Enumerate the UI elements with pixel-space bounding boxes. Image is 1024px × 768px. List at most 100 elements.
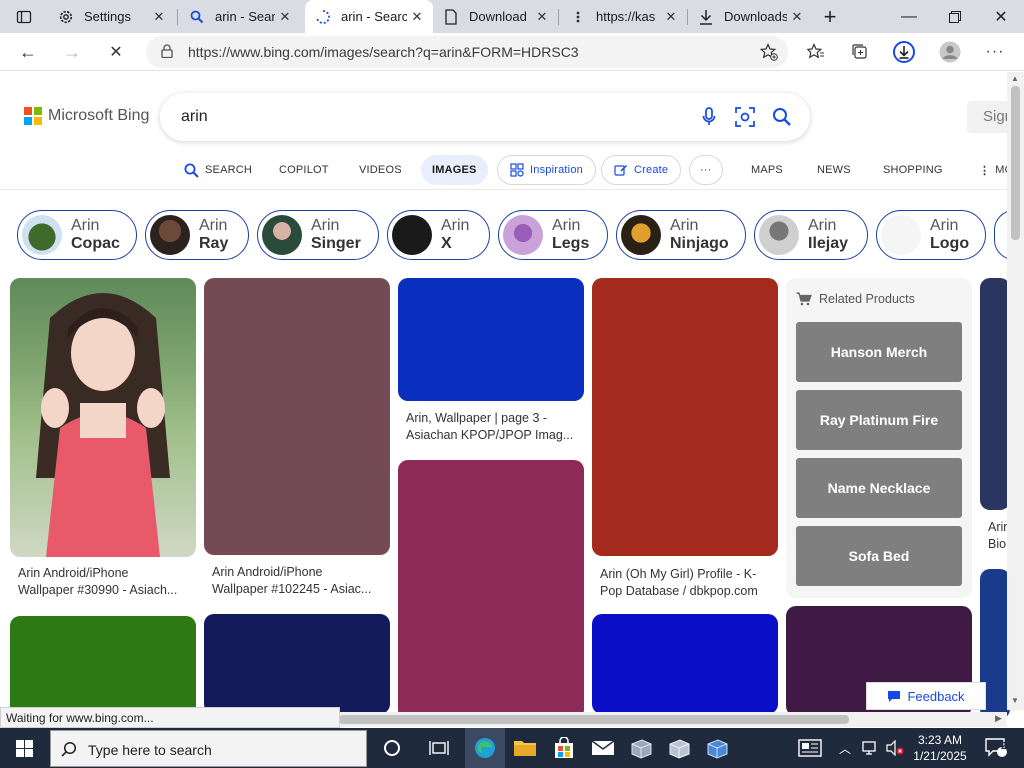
vertical-scroll-thumb[interactable] [1011, 86, 1020, 240]
image-result-7[interactable] [398, 460, 584, 720]
image-caption[interactable]: Arin, Wallpaper | page 3 - Asiachan KPOP… [406, 410, 573, 444]
related-chip-ilejay[interactable]: Arin Ilejay [754, 210, 868, 260]
nav-copilot[interactable]: COPILOT [279, 156, 329, 184]
image-result-5[interactable] [10, 616, 196, 716]
settings-more-button[interactable]: ··· [981, 38, 1009, 66]
nav-news[interactable]: NEWS [817, 156, 851, 184]
new-tab-button[interactable]: + [812, 0, 848, 33]
image-result-10[interactable] [980, 278, 1010, 510]
related-chip-logo[interactable]: Arin Logo [876, 210, 986, 260]
collections-button[interactable] [846, 38, 874, 66]
vertical-scrollbar[interactable]: ▲ ▼ [1007, 72, 1024, 710]
downloads-button[interactable] [890, 38, 918, 66]
tab-settings[interactable]: Settings ✕ [48, 0, 175, 33]
image-result-4[interactable] [592, 278, 778, 556]
tab-bing-search-active[interactable]: arin - Searc ✕ [305, 0, 433, 33]
taskbar-edge[interactable] [465, 728, 505, 768]
related-chip-copac[interactable]: Arin Copac [17, 210, 137, 260]
add-favorite-button[interactable] [755, 38, 783, 66]
nav-shopping[interactable]: SHOPPING [883, 156, 943, 184]
favorites-button[interactable] [802, 38, 830, 66]
image-caption[interactable]: Arin Android/iPhone Wallpaper #30990 - A… [18, 565, 177, 599]
related-chip-singer[interactable]: Arin Singer [257, 210, 379, 260]
search-input[interactable]: arin [181, 108, 208, 126]
close-tab-icon[interactable]: ✕ [149, 7, 169, 27]
chip-thumbnail [392, 215, 432, 255]
tab-kas-url[interactable]: https://kas ✕ [560, 0, 687, 33]
close-tab-icon[interactable]: ✕ [532, 7, 552, 27]
close-window-button[interactable]: ✕ [978, 0, 1024, 33]
edge-icon [475, 738, 495, 758]
product-label: Name Necklace [827, 480, 931, 496]
restore-button[interactable] [932, 0, 978, 33]
taskbar-news-widget[interactable] [790, 728, 830, 768]
horizontal-scrollbar[interactable]: ▶ [339, 712, 1007, 727]
scroll-right-arrow-icon[interactable]: ▶ [995, 713, 1002, 724]
search-box[interactable]: arin [160, 93, 810, 141]
start-button[interactable] [0, 728, 48, 768]
feedback-button[interactable]: Feedback [866, 682, 986, 710]
address-toolbar: ← → ✕ https://www.bing.com/images/search… [0, 33, 1024, 71]
product-hanson-merch[interactable]: Hanson Merch [796, 322, 962, 382]
related-chip-ninjago[interactable]: Arin Ninjago [616, 210, 746, 260]
task-view-button[interactable] [419, 728, 459, 768]
visual-search-icon[interactable] [733, 105, 757, 129]
tab-download[interactable]: Download ✕ [433, 0, 558, 33]
notifications-button[interactable]: 2 [978, 728, 1014, 768]
image-result-3[interactable] [398, 278, 584, 401]
minimize-button[interactable]: — [886, 0, 932, 33]
nav-create[interactable]: Create [601, 155, 682, 185]
image-result-1[interactable] [10, 278, 196, 557]
taskbar-search-box[interactable]: Type here to search [50, 730, 367, 767]
taskbar-file-explorer[interactable] [505, 728, 545, 768]
close-tab-icon[interactable]: ✕ [661, 7, 681, 27]
stop-loading-button[interactable]: ✕ [101, 37, 131, 67]
chip-name: Arin [441, 217, 470, 234]
back-button[interactable]: ← [13, 37, 43, 67]
forward-button[interactable]: → [57, 37, 87, 67]
lock-icon[interactable] [161, 44, 173, 63]
product-name-necklace[interactable]: Name Necklace [796, 458, 962, 518]
show-hidden-icons-button[interactable]: ︿ [832, 728, 858, 768]
tab-bing-search[interactable]: arin - Searc ✕ [179, 0, 301, 33]
related-chip-x[interactable]: Arin X [387, 210, 490, 260]
taskbar-app-1[interactable] [621, 728, 661, 768]
product-sofa-bed[interactable]: Sofa Bed [796, 526, 962, 586]
image-result-2[interactable] [204, 278, 390, 555]
related-chip-ray[interactable]: Arin Ray [145, 210, 249, 260]
taskbar-clock[interactable]: 3:23 AM 1/21/2025 [906, 732, 974, 764]
nav-more-dots[interactable]: ··· [689, 155, 723, 185]
close-tab-icon[interactable]: ✕ [787, 7, 807, 27]
volume-control[interactable] [883, 728, 907, 768]
nav-images[interactable]: IMAGES [421, 155, 488, 185]
taskbar-store[interactable] [544, 728, 584, 768]
nav-search[interactable]: SEARCH [184, 156, 252, 184]
horizontal-scroll-thumb[interactable] [339, 715, 849, 724]
close-tab-icon[interactable]: ✕ [407, 7, 427, 27]
nav-inspiration[interactable]: Inspiration [497, 155, 596, 185]
product-ray-platinum-fire[interactable]: Ray Platinum Fire [796, 390, 962, 450]
image-result-6[interactable] [204, 614, 390, 714]
network-status[interactable] [858, 728, 884, 768]
taskbar-mail[interactable] [583, 728, 623, 768]
taskbar-app-2[interactable] [659, 728, 699, 768]
cortana-button[interactable] [372, 728, 412, 768]
image-caption[interactable]: Arin (Oh My Girl) Profile - K- Pop Datab… [600, 566, 758, 600]
tab-actions-button[interactable] [0, 0, 48, 33]
image-result-8[interactable] [592, 614, 778, 714]
taskbar-app-3[interactable] [697, 728, 737, 768]
address-bar[interactable]: https://www.bing.com/images/search?q=ari… [146, 36, 788, 68]
image-caption[interactable]: Arin Android/iPhone Wallpaper #102245 - … [212, 564, 371, 598]
close-tab-icon[interactable]: ✕ [275, 7, 295, 27]
chip-thumbnail [150, 215, 190, 255]
profile-button[interactable] [936, 38, 964, 66]
nav-videos[interactable]: VIDEOS [359, 156, 402, 184]
microphone-icon[interactable] [697, 105, 721, 129]
scroll-up-arrow-icon[interactable]: ▲ [1011, 74, 1019, 83]
bing-logo[interactable]: Microsoft Bing [24, 107, 149, 125]
tab-downloads[interactable]: Downloads ✕ [688, 0, 813, 33]
search-submit-icon[interactable] [770, 105, 794, 129]
nav-maps[interactable]: MAPS [751, 156, 783, 184]
related-chip-legs[interactable]: Arin Legs [498, 210, 608, 260]
scroll-down-arrow-icon[interactable]: ▼ [1011, 696, 1019, 705]
